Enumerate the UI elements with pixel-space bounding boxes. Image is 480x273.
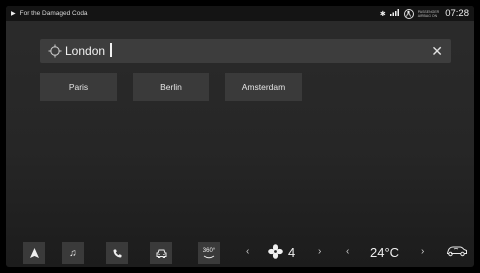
- close-icon[interactable]: ✕: [431, 43, 443, 59]
- search-query-text: London: [65, 44, 106, 58]
- fan-icon: [268, 244, 283, 259]
- vehicle-button[interactable]: [150, 242, 172, 264]
- fan-increase-chevron-right-icon[interactable]: ›: [318, 246, 321, 257]
- fan-decrease-chevron-left-icon[interactable]: ‹: [246, 246, 249, 257]
- infotainment-screen: ▶ For the Damaged Coda ✱ PASSENGER AIRBA…: [6, 6, 474, 267]
- phone-button[interactable]: [106, 242, 128, 264]
- now-playing-title[interactable]: For the Damaged Coda: [20, 10, 88, 17]
- airbag-icon: [403, 8, 414, 19]
- suggestion-amsterdam[interactable]: Amsterdam: [225, 73, 302, 101]
- suggestion-berlin[interactable]: Berlin: [133, 73, 209, 101]
- phone-icon: [113, 249, 121, 257]
- fan-speed-value: 4: [288, 245, 296, 260]
- temperature-value: 24°C: [370, 245, 400, 260]
- navigation-button[interactable]: [23, 242, 45, 264]
- status-bar: ▶ For the Damaged Coda ✱ PASSENGER AIRBA…: [6, 6, 474, 21]
- music-note-icon: ♫: [69, 247, 77, 259]
- play-icon[interactable]: ▶: [11, 10, 16, 17]
- text-cursor: [110, 43, 112, 57]
- media-button[interactable]: ♫: [62, 242, 84, 264]
- signal-strength-icon: [389, 9, 400, 18]
- view-360-label: 360°: [202, 247, 216, 254]
- car-front-icon: [156, 249, 166, 258]
- suggestion-paris[interactable]: Paris: [40, 73, 117, 101]
- navigation-arrow-icon: [29, 248, 39, 258]
- airbag-status: PASSENGER AIRBAG ON: [418, 10, 440, 18]
- climate-car-icon[interactable]: [446, 245, 468, 257]
- bottom-toolbar: ♫ 360° ‹ 4 › ‹ 24°C ›: [6, 236, 474, 267]
- airbag-status-line2: AIRBAG ON: [417, 13, 438, 18]
- surround-view-icon: [203, 255, 215, 258]
- clock: 07:28: [445, 8, 469, 19]
- camera-360-button[interactable]: 360°: [198, 242, 220, 264]
- destination-search-field[interactable]: London ✕: [40, 39, 451, 63]
- search-input[interactable]: London: [65, 43, 112, 59]
- temperature-decrease-chevron-left-icon[interactable]: ‹: [346, 246, 349, 257]
- temperature-increase-chevron-right-icon[interactable]: ›: [421, 246, 424, 257]
- status-icons: ✱ PASSENGER AIRBAG ON 07:28: [380, 8, 469, 19]
- bluetooth-icon: ✱: [379, 10, 386, 18]
- crosshair-icon: [48, 44, 62, 58]
